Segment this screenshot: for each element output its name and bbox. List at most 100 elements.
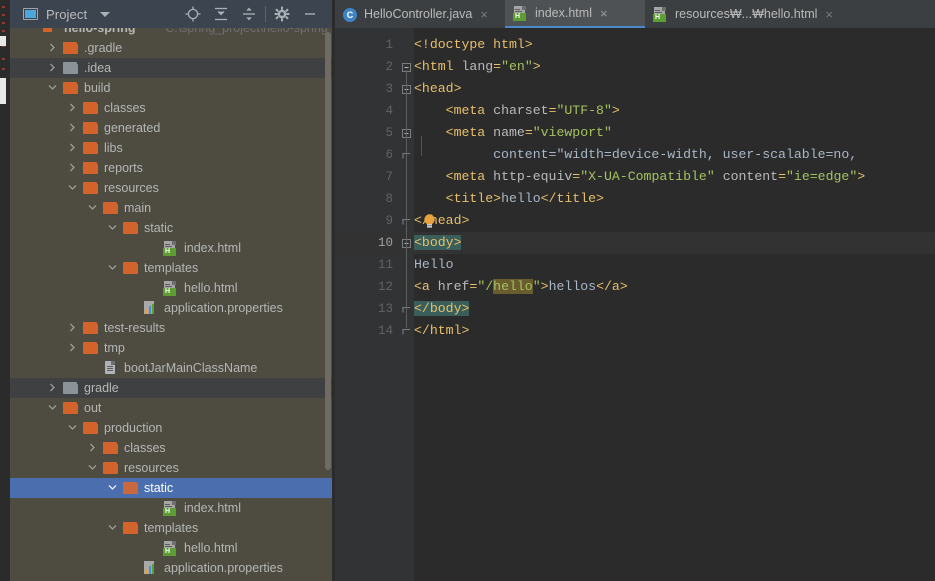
tree-folder-row[interactable]: test-results bbox=[10, 318, 332, 338]
tree-file-row[interactable]: Hhello.html bbox=[10, 278, 332, 298]
folder-icon bbox=[83, 141, 99, 156]
tree-folder-row[interactable]: classes bbox=[10, 98, 332, 118]
tree-folder-row[interactable]: resources bbox=[10, 458, 332, 478]
chevron-right-icon[interactable] bbox=[68, 98, 79, 118]
tree-item-label: build bbox=[84, 81, 111, 95]
chevron-down-icon[interactable] bbox=[48, 78, 59, 98]
close-icon[interactable]: × bbox=[480, 8, 488, 21]
tree-file-row[interactable]: bootJarMainClassName bbox=[10, 358, 332, 378]
chevron-right-icon[interactable] bbox=[68, 158, 79, 178]
chevron-down-icon[interactable] bbox=[108, 218, 119, 238]
tree-folder-row[interactable]: static bbox=[10, 218, 332, 238]
code-line[interactable]: <html lang="en"> bbox=[414, 56, 541, 78]
expand-all-icon[interactable] bbox=[207, 1, 235, 27]
chevron-right-icon[interactable] bbox=[48, 378, 59, 398]
close-icon[interactable]: × bbox=[825, 8, 833, 21]
chevron-right-icon[interactable] bbox=[68, 318, 79, 338]
locate-icon[interactable] bbox=[179, 1, 207, 27]
tree-file-row[interactable]: Hindex.html bbox=[10, 498, 332, 518]
tree-folder-row[interactable]: gradle bbox=[10, 378, 332, 398]
code-line[interactable]: <meta http-equiv="X-UA-Compatible" conte… bbox=[414, 166, 866, 188]
editor-tab[interactable]: Hindex.html × bbox=[505, 0, 645, 28]
code-line[interactable]: <title>hello</title> bbox=[414, 188, 604, 210]
java-class-icon: C bbox=[343, 7, 358, 22]
tree-folder-row[interactable]: .idea bbox=[10, 58, 332, 78]
code-line[interactable]: <body> bbox=[414, 232, 462, 254]
tree-item-label: hello-spring bbox=[64, 28, 136, 35]
chevron-down-icon[interactable] bbox=[68, 178, 79, 198]
code-line[interactable]: <meta name="viewport" bbox=[414, 122, 612, 144]
code-editor[interactable]: 1 <!doctype html> 2 <html lang="en"> 3 <head>… bbox=[335, 28, 935, 581]
properties-file-icon bbox=[143, 561, 159, 576]
code-line[interactable]: <a href="/hello">hellos</a> bbox=[414, 276, 628, 298]
chevron-down-icon[interactable] bbox=[108, 478, 119, 498]
tree-folder-row[interactable]: static bbox=[10, 478, 332, 498]
tree-item-label: classes bbox=[124, 441, 166, 455]
chevron-down-icon[interactable] bbox=[68, 418, 79, 438]
editor-tab[interactable]: Hresources₩...₩hello.html × bbox=[645, 0, 835, 28]
chevron-right-icon[interactable] bbox=[48, 58, 59, 78]
tree-folder-row[interactable]: production bbox=[10, 418, 332, 438]
chevron-down-icon[interactable] bbox=[88, 198, 99, 218]
gear-icon[interactable] bbox=[268, 1, 296, 27]
chevron-right-icon[interactable] bbox=[68, 338, 79, 358]
code-line[interactable]: content="width=device-width, user-scalab… bbox=[414, 144, 857, 166]
tree-folder-row[interactable]: generated bbox=[10, 118, 332, 138]
tree-item-label: test-results bbox=[104, 321, 166, 335]
tree-folder-row[interactable]: templates bbox=[10, 518, 332, 538]
chevron-down-icon[interactable] bbox=[48, 398, 59, 418]
minimize-icon[interactable] bbox=[296, 1, 324, 27]
chevron-right-icon[interactable] bbox=[68, 118, 79, 138]
tree-file-row[interactable]: application.properties bbox=[10, 558, 332, 578]
tree-file-row[interactable]: hello-spring C:\spring_project\hello-spri… bbox=[10, 28, 332, 38]
intention-bulb-icon[interactable] bbox=[422, 213, 437, 229]
line-number: 2 bbox=[385, 60, 393, 74]
project-tree[interactable]: hello-spring C:\spring_project\hello-spri… bbox=[10, 28, 332, 581]
close-icon[interactable]: × bbox=[600, 7, 608, 20]
tree-folder-row[interactable]: main bbox=[10, 198, 332, 218]
editor-tab[interactable]: C HelloController.java × bbox=[335, 0, 505, 28]
html-file-icon: H bbox=[163, 241, 179, 256]
tree-folder-row[interactable]: reports bbox=[10, 158, 332, 178]
tree-file-row[interactable]: Hindex.html bbox=[10, 238, 332, 258]
line-number: 11 bbox=[377, 258, 393, 272]
chevron-down-icon[interactable] bbox=[108, 518, 119, 538]
code-line[interactable]: </body> bbox=[414, 298, 470, 320]
line-number: 10 bbox=[377, 236, 393, 250]
line-number: 5 bbox=[385, 126, 393, 140]
tree-folder-row[interactable]: out bbox=[10, 398, 332, 418]
tree-folder-row[interactable]: tmp bbox=[10, 338, 332, 358]
tree-folder-row[interactable]: .gradle bbox=[10, 38, 332, 58]
tree-item-label: resources bbox=[104, 181, 159, 195]
tree-item-label: hello.html bbox=[184, 281, 238, 295]
tree-item-label: application.properties bbox=[164, 301, 283, 315]
html-file-icon: H bbox=[163, 281, 179, 296]
code-line[interactable]: <meta charset="UTF-8"> bbox=[414, 100, 620, 122]
tree-file-row[interactable]: Hhello.html bbox=[10, 538, 332, 558]
code-line[interactable]: <!doctype html> bbox=[414, 34, 533, 56]
folder-icon bbox=[63, 401, 79, 416]
line-number: 7 bbox=[385, 170, 393, 184]
folder-icon bbox=[123, 481, 139, 496]
chevron-right-icon[interactable] bbox=[48, 38, 59, 58]
line-number: 1 bbox=[385, 38, 393, 52]
tree-folder-row[interactable]: classes bbox=[10, 438, 332, 458]
project-window-icon bbox=[23, 6, 39, 22]
project-tree-scrollbar[interactable] bbox=[324, 28, 332, 581]
code-line[interactable]: </html> bbox=[414, 320, 469, 342]
line-number: 9 bbox=[385, 214, 393, 228]
chevron-down-icon[interactable] bbox=[88, 458, 99, 478]
code-line[interactable]: <head> bbox=[414, 78, 462, 100]
chevron-down-icon[interactable] bbox=[108, 258, 119, 278]
tree-folder-row[interactable]: resources bbox=[10, 178, 332, 198]
chevron-right-icon[interactable] bbox=[88, 438, 99, 458]
chevron-down-icon[interactable] bbox=[100, 11, 111, 17]
tree-folder-row[interactable]: templates bbox=[10, 258, 332, 278]
tree-file-row[interactable]: application.properties bbox=[10, 298, 332, 318]
tree-folder-row[interactable]: libs bbox=[10, 138, 332, 158]
tree-folder-row[interactable]: build bbox=[10, 78, 332, 98]
collapse-all-icon[interactable] bbox=[235, 1, 263, 27]
code-line[interactable]: Hello bbox=[414, 254, 454, 276]
chevron-right-icon[interactable] bbox=[68, 138, 79, 158]
editor-tab-label: resources₩...₩hello.html bbox=[675, 7, 818, 21]
